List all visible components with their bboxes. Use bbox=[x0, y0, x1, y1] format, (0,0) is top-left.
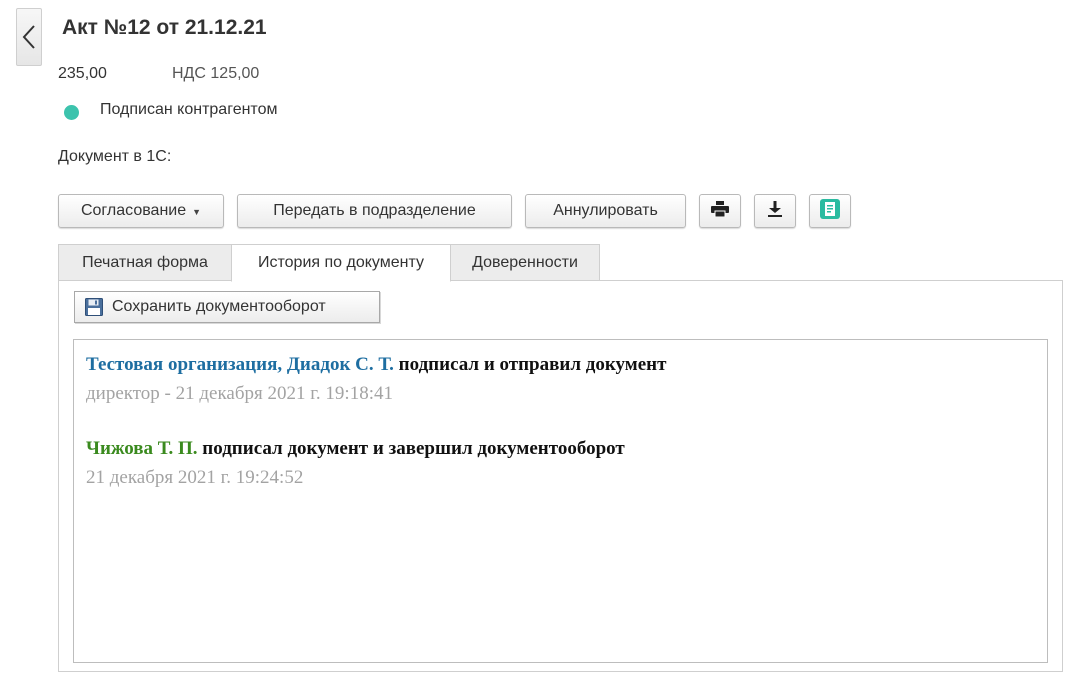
document-amount: 235,00 bbox=[58, 65, 107, 82]
print-button[interactable] bbox=[699, 194, 741, 228]
approval-dropdown-button[interactable]: Согласование ▼ bbox=[58, 194, 224, 228]
printer-icon bbox=[711, 200, 729, 222]
history-entry-action: подписал документ и завершил документооб… bbox=[202, 438, 625, 459]
chevron-left-icon bbox=[22, 24, 36, 50]
tab-power-of-attorney[interactable]: Доверенности bbox=[450, 244, 600, 281]
annul-button[interactable]: Аннулировать bbox=[525, 194, 686, 228]
tab-document-history[interactable]: История по документу bbox=[231, 244, 451, 282]
transfer-to-department-button[interactable]: Передать в подразделение bbox=[237, 194, 512, 228]
tab-print-form[interactable]: Печатная форма bbox=[58, 244, 232, 281]
edo-document-button[interactable] bbox=[809, 194, 851, 228]
edo-document-icon bbox=[820, 198, 840, 224]
save-workflow-button[interactable]: Сохранить документооборот bbox=[74, 291, 380, 323]
document-in-1c-label: Документ в 1С: bbox=[58, 148, 172, 165]
download-button[interactable] bbox=[754, 194, 796, 228]
history-entry: Тестовая организация, Диадок С. Т. подпи… bbox=[86, 354, 666, 376]
history-entry-meta: директор - 21 декабря 2021 г. 19:18:41 bbox=[86, 383, 393, 404]
history-entry-actor[interactable]: Тестовая организация, Диадок С. Т. bbox=[86, 354, 394, 375]
history-entry: Чижова Т. П. подписал документ и заверши… bbox=[86, 438, 625, 460]
history-entry-action: подписал и отправил документ bbox=[398, 354, 667, 375]
floppy-disk-icon bbox=[85, 298, 103, 316]
approval-button-label: Согласование bbox=[80, 202, 187, 219]
history-entry-meta: 21 декабря 2021 г. 19:24:52 bbox=[86, 467, 304, 488]
download-icon bbox=[767, 200, 783, 222]
document-status: Подписан контрагентом bbox=[100, 101, 278, 118]
save-workflow-label: Сохранить документооборот bbox=[112, 298, 326, 315]
document-card: Акт №12 от 21.12.21 235,00 НДС 125,00 По… bbox=[0, 0, 1080, 683]
document-title: Акт №12 от 21.12.21 bbox=[62, 16, 267, 39]
document-vat: НДС 125,00 bbox=[172, 65, 260, 82]
status-indicator bbox=[64, 105, 79, 120]
history-entry-actor[interactable]: Чижова Т. П. bbox=[86, 438, 198, 459]
caret-down-icon: ▼ bbox=[192, 207, 202, 217]
back-button[interactable] bbox=[16, 8, 42, 66]
transfer-button-label: Передать в подразделение bbox=[273, 202, 476, 219]
annul-button-label: Аннулировать bbox=[553, 202, 658, 219]
